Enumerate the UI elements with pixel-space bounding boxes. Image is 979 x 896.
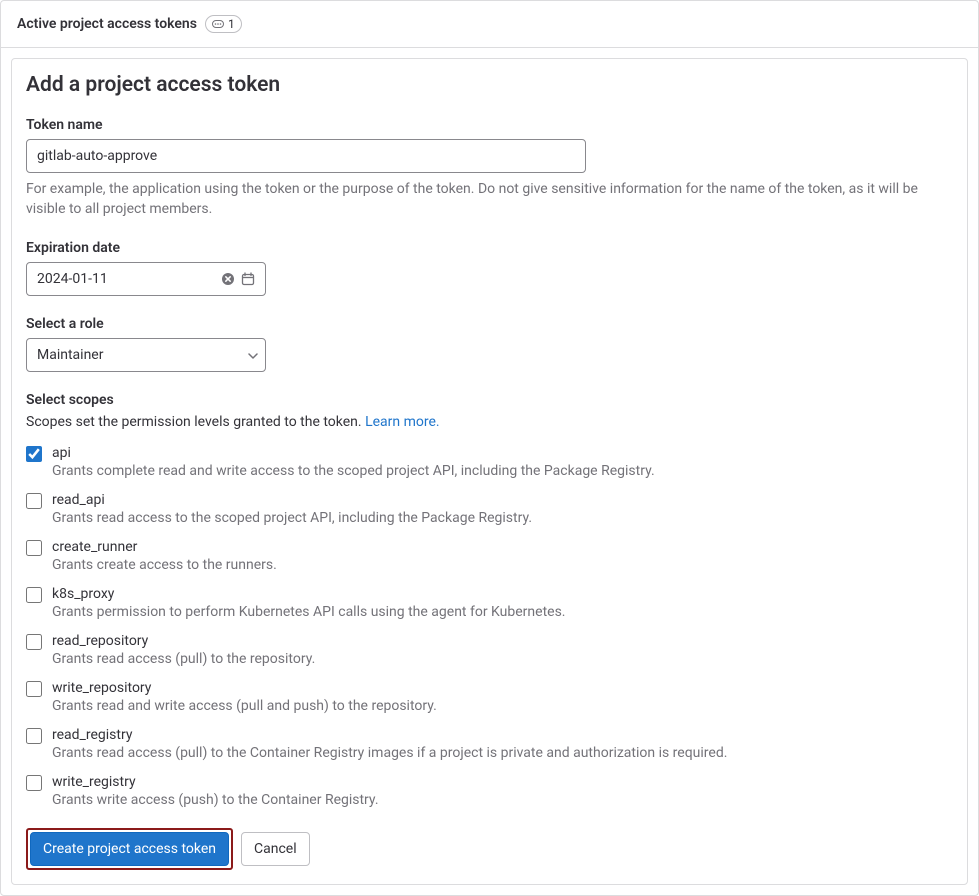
token-name-help: For example, the application using the t…: [26, 179, 953, 220]
scope-name: write_registry: [52, 773, 953, 791]
token-name-input[interactable]: [26, 139, 586, 173]
scope-name: api: [52, 444, 953, 462]
form-actions: Create project access token Cancel: [26, 828, 953, 870]
scopes-list: apiGrants complete read and write access…: [26, 444, 953, 811]
scope-name: read_registry: [52, 726, 953, 744]
calendar-button[interactable]: [239, 270, 257, 288]
scope-name: read_repository: [52, 632, 953, 650]
scope-checkbox-read_repository[interactable]: [26, 634, 42, 650]
scope-item-create_runner: create_runnerGrants create access to the…: [26, 538, 953, 575]
expiration-input-wrap: [26, 262, 266, 296]
scope-checkbox-write_repository[interactable]: [26, 681, 42, 697]
expiration-label: Expiration date: [26, 240, 953, 256]
scope-checkbox-k8s_proxy[interactable]: [26, 587, 42, 603]
clear-date-button[interactable]: [219, 270, 237, 288]
role-select[interactable]: Maintainer: [26, 338, 266, 372]
scope-checkbox-api[interactable]: [26, 446, 42, 462]
scope-desc: Grants read and write access (pull and p…: [52, 697, 953, 716]
clear-icon: [221, 272, 235, 286]
token-count-value: 1: [228, 17, 235, 31]
scope-checkbox-read_registry[interactable]: [26, 728, 42, 744]
scope-desc: Grants read access to the scoped project…: [52, 509, 953, 528]
scope-item-k8s_proxy: k8s_proxyGrants permission to perform Ku…: [26, 585, 953, 622]
scope-item-read_registry: read_registryGrants read access (pull) t…: [26, 726, 953, 763]
scopes-field: Select scopes Scopes set the permission …: [26, 392, 953, 811]
token-name-field: Token name For example, the application …: [26, 117, 953, 220]
active-tokens-title: Active project access tokens: [17, 16, 197, 32]
scope-desc: Grants complete read and write access to…: [52, 462, 953, 481]
role-field: Select a role Maintainer: [26, 316, 953, 372]
token-count-badge: 1: [205, 15, 242, 33]
role-select-wrap: Maintainer: [26, 338, 266, 372]
scope-item-write_registry: write_registryGrants write access (push)…: [26, 773, 953, 810]
scopes-description: Scopes set the permission levels granted…: [26, 414, 953, 430]
scope-desc: Grants write access (push) to the Contai…: [52, 791, 953, 810]
scope-checkbox-write_registry[interactable]: [26, 775, 42, 791]
scope-checkbox-create_runner[interactable]: [26, 540, 42, 556]
scope-item-read_repository: read_repositoryGrants read access (pull)…: [26, 632, 953, 669]
create-button-highlight: Create project access token: [26, 828, 233, 870]
form-title: Add a project access token: [26, 73, 953, 97]
page-container: Active project access tokens 1 Add a pro…: [0, 0, 979, 896]
scope-checkbox-read_api[interactable]: [26, 493, 42, 509]
calendar-icon: [241, 272, 255, 286]
learn-more-link[interactable]: Learn more.: [365, 414, 440, 430]
scope-desc: Grants read access (pull) to the Contain…: [52, 744, 953, 763]
scope-desc: Grants permission to perform Kubernetes …: [52, 603, 953, 622]
role-label: Select a role: [26, 316, 953, 332]
scope-desc: Grants create access to the runners.: [52, 556, 953, 575]
scopes-label: Select scopes: [26, 392, 953, 408]
token-icon: [212, 20, 224, 28]
cancel-button[interactable]: Cancel: [241, 832, 310, 866]
scope-item-read_api: read_apiGrants read access to the scoped…: [26, 491, 953, 528]
scope-item-write_repository: write_repositoryGrants read and write ac…: [26, 679, 953, 716]
token-name-label: Token name: [26, 117, 953, 133]
scope-item-api: apiGrants complete read and write access…: [26, 444, 953, 481]
scope-name: write_repository: [52, 679, 953, 697]
scope-desc: Grants read access (pull) to the reposit…: [52, 650, 953, 669]
expiration-input[interactable]: [37, 271, 217, 287]
add-token-card: Add a project access token Token name Fo…: [11, 58, 968, 885]
scope-name: create_runner: [52, 538, 953, 556]
active-tokens-header[interactable]: Active project access tokens 1: [1, 1, 978, 48]
create-token-button[interactable]: Create project access token: [30, 832, 229, 866]
expiration-field: Expiration date: [26, 240, 953, 296]
scope-name: k8s_proxy: [52, 585, 953, 603]
scope-name: read_api: [52, 491, 953, 509]
